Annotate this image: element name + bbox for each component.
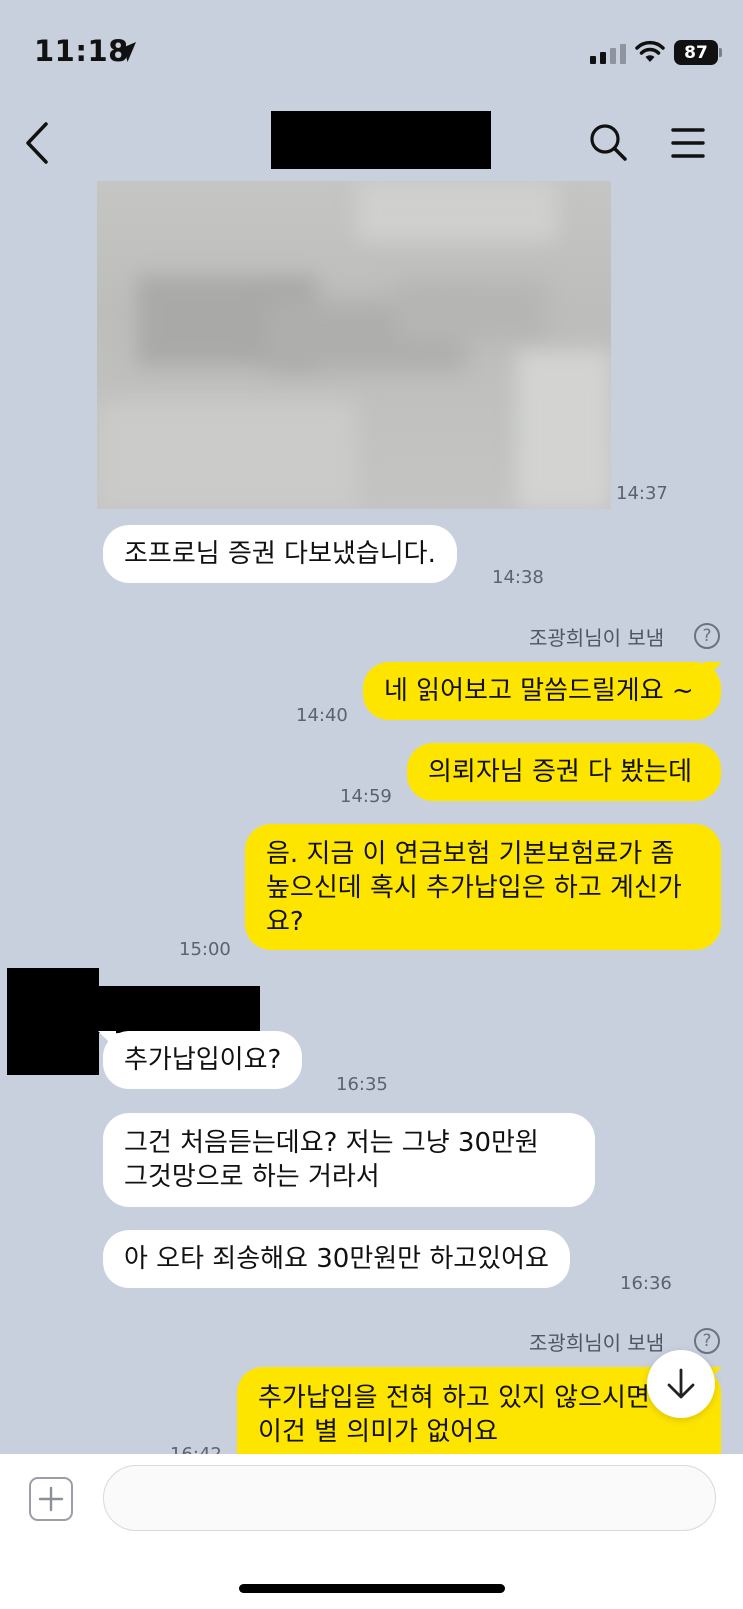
home-indicator	[239, 1584, 505, 1593]
scroll-to-bottom-button[interactable]	[647, 1350, 715, 1418]
message-line: 그것망으로 하는 거라서	[124, 1162, 380, 1192]
message-line: 요?	[266, 907, 304, 937]
question-icon[interactable]: ?	[694, 623, 720, 649]
incoming-message-bubble[interactable]: 추가납입이요?	[103, 1031, 303, 1089]
message-line: 음. 지금 이 연금보험 기본보험료가 좀	[266, 839, 675, 869]
chevron-left-icon[interactable]	[20, 118, 54, 168]
plus-icon	[38, 1486, 64, 1512]
chat-title-redacted	[271, 111, 491, 169]
timestamp: 14:59	[340, 786, 392, 807]
sender-name-redacted	[97, 986, 260, 1033]
timestamp: 14:37	[616, 483, 668, 504]
outgoing-message-bubble[interactable]: 의뢰자님 증권 다 봤는데	[407, 743, 721, 801]
timestamp: 16:36	[620, 1273, 672, 1294]
hamburger-menu-icon[interactable]	[670, 126, 706, 160]
sent-by-note: 조광희님이 보냄	[529, 1331, 665, 1355]
arrow-down-icon	[667, 1368, 695, 1399]
incoming-message-bubble[interactable]: 조프로님 증권 다보냈습니다.	[103, 525, 457, 583]
message-line: 추가납입을 전혀 하고 있지 않으시면	[258, 1383, 650, 1413]
battery-indicator: 87	[674, 40, 718, 65]
search-icon[interactable]	[588, 122, 628, 162]
message-line: 이건 별 의미가 없어요	[258, 1417, 499, 1447]
sent-by-note: 조광희님이 보냄	[529, 626, 665, 650]
attach-plus-button[interactable]	[29, 1477, 73, 1521]
avatar-redacted[interactable]	[7, 968, 99, 1075]
message-line: 높으신데 혹시 추가납입은 하고 계신가	[266, 873, 682, 903]
battery-cap	[719, 48, 722, 57]
message-input[interactable]	[103, 1465, 716, 1531]
wifi-icon	[635, 40, 665, 62]
incoming-message-bubble[interactable]: 그건 처음듣는데요? 저는 그냥 30만원 그것망으로 하는 거라서	[103, 1113, 595, 1207]
outgoing-message-bubble[interactable]: 음. 지금 이 연금보험 기본보험료가 좀 높으신데 혹시 추가납입은 하고 계…	[245, 824, 721, 950]
cellular-signal-icon	[590, 44, 626, 64]
timestamp: 14:40	[296, 705, 348, 726]
message-line: 그건 처음듣는데요? 저는 그냥 30만원	[124, 1128, 539, 1158]
timestamp: 14:38	[492, 567, 544, 588]
incoming-message-bubble[interactable]: 아 오타 죄송해요 30만원만 하고있어요	[103, 1230, 570, 1288]
outgoing-message-bubble[interactable]: 네 읽어보고 말씀드릴게요 ~	[363, 662, 721, 720]
shared-photo-blurred[interactable]	[97, 181, 611, 509]
question-icon[interactable]: ?	[694, 1328, 720, 1354]
timestamp: 15:00	[179, 939, 231, 960]
location-arrow-icon	[116, 42, 136, 62]
timestamp: 16:35	[336, 1074, 388, 1095]
